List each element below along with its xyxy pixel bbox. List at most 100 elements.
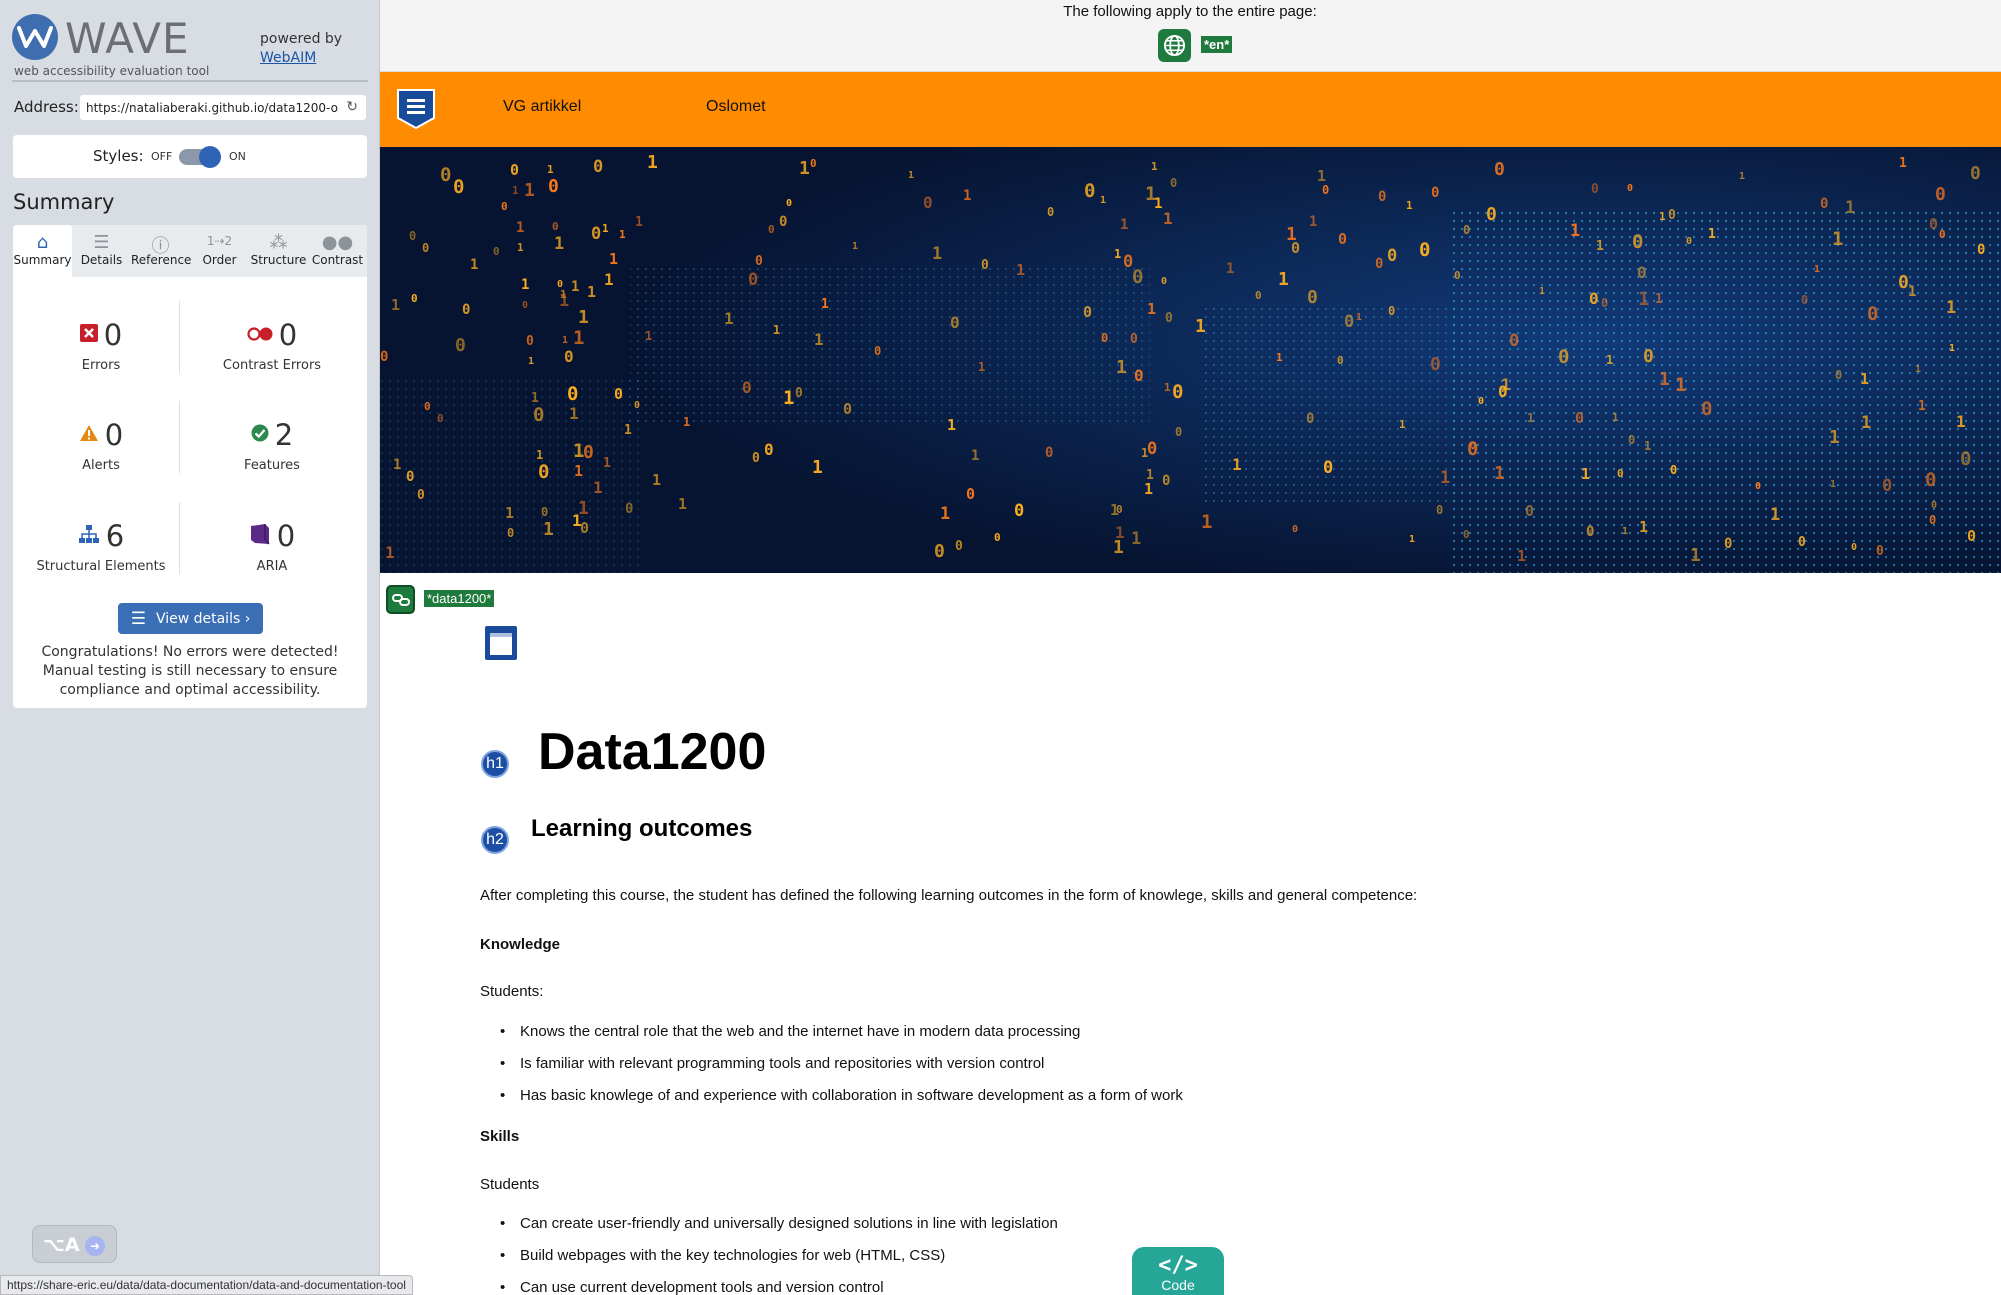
skills-students-label: Students: [480, 1176, 540, 1193]
h2-badge-icon[interactable]: h2: [481, 826, 509, 854]
stat-contrast-errors[interactable]: 0 Contrast Errors: [197, 318, 347, 373]
binary-digit-decoration: 0: [1165, 311, 1173, 326]
binary-digit-decoration: 0: [1798, 535, 1806, 550]
nav-link-oslomet[interactable]: Oslomet: [706, 98, 766, 116]
binary-digit-decoration: 1: [1494, 463, 1505, 484]
tab-reference[interactable]: ⓘ Reference: [131, 225, 192, 277]
binary-digit-decoration: 0: [1882, 476, 1892, 496]
structural-count: 6: [105, 519, 125, 553]
binary-digit-decoration: 1: [1539, 286, 1545, 297]
binary-digit-decoration: 1: [516, 220, 524, 236]
binary-digit-decoration: 0: [1601, 296, 1608, 310]
structure-elements-icon: [78, 524, 100, 548]
binary-digit-decoration: 0: [1255, 289, 1262, 302]
binary-digit-decoration: 0: [1419, 239, 1430, 261]
powered-by-text: powered by: [260, 31, 343, 47]
tab-label: Structure: [250, 253, 307, 267]
binary-digit-decoration: 1: [1356, 312, 1362, 323]
binary-digit-decoration: 0: [1375, 256, 1383, 272]
nav-link-vg-artikkel[interactable]: VG artikkel: [503, 98, 581, 116]
list-item: Is familiar with relevant programming to…: [500, 1054, 1183, 1086]
tab-order[interactable]: 1⇢2 Order: [190, 225, 249, 277]
code-button-label: Code: [1161, 1277, 1195, 1293]
binary-digit-decoration: 0: [1170, 176, 1177, 190]
styles-toggle[interactable]: [179, 146, 221, 168]
code-view-button[interactable]: </> Code: [1132, 1247, 1224, 1295]
binary-digit-decoration: 1: [536, 448, 543, 462]
tab-label: Reference: [131, 253, 192, 267]
binary-digit-decoration: 0: [1935, 184, 1946, 205]
binary-digit-decoration: 0: [1591, 182, 1599, 197]
toggle-knob: [199, 146, 221, 168]
binary-digit-decoration: 1: [852, 241, 858, 252]
binary-digit-decoration: 0: [742, 378, 752, 397]
binary-digit-decoration: 0: [1387, 246, 1397, 266]
knowledge-heading: Knowledge: [480, 936, 561, 953]
binary-digit-decoration: 0: [522, 300, 528, 311]
binary-digit-decoration: 0: [1130, 332, 1138, 347]
summary-panel: ⌂ Summary ☰ Details ⓘ Reference 1⇢2 Orde…: [13, 225, 367, 708]
link-text-badge: *data1200*: [424, 590, 495, 607]
stat-errors[interactable]: 0 Errors: [26, 318, 176, 373]
binary-digit-decoration: 0: [541, 505, 548, 519]
navigation-region-icon[interactable]: [396, 88, 436, 130]
binary-digit-decoration: 0: [1970, 163, 1981, 184]
binary-digit-decoration: 0: [1967, 527, 1976, 545]
binary-digit-decoration: 0: [1162, 473, 1170, 489]
wave-sidebar: WAVE web accessibility evaluation tool p…: [0, 0, 380, 1295]
binary-digit-decoration: 1: [1116, 357, 1127, 378]
link-feature-icon[interactable]: [386, 585, 415, 614]
tab-details[interactable]: ☰ Details: [72, 225, 131, 277]
alert-icon: [79, 424, 99, 446]
h1-badge-icon[interactable]: h1: [481, 750, 509, 778]
binary-digit-decoration: 1: [602, 222, 609, 235]
view-details-button[interactable]: ☰ View details ›: [118, 603, 263, 634]
binary-digit-decoration: 0: [1931, 500, 1937, 511]
binary-digit-decoration: 1: [1120, 217, 1128, 233]
hero-image: 1101100001101011110000011101110100101110…: [380, 147, 2001, 573]
binary-digit-decoration: 1: [1399, 418, 1406, 431]
binary-digit-decoration: 0: [748, 270, 758, 290]
tab-structure[interactable]: ⁂ Structure: [249, 225, 308, 277]
binary-digit-decoration: 1: [963, 188, 971, 204]
binary-digit-decoration: 0: [510, 161, 519, 179]
binary-digit-decoration: 1: [1527, 411, 1534, 425]
address-row: Address: ↻: [14, 95, 366, 120]
list-item: Build webpages with the key technologies…: [500, 1246, 1058, 1278]
address-input[interactable]: [80, 95, 366, 120]
evaluated-page: The following apply to the entire page: …: [380, 0, 2001, 1295]
binary-digit-decoration: 0: [1454, 269, 1461, 282]
binary-digit-decoration: 1: [1860, 370, 1869, 388]
binary-digit-decoration: 1: [1581, 465, 1590, 483]
binary-digit-decoration: 0: [538, 461, 549, 483]
binary-digit-decoration: 0: [843, 400, 852, 418]
features-count: 2: [274, 418, 294, 452]
stat-aria[interactable]: 0 ARIA: [197, 519, 347, 574]
binary-digit-decoration: 1: [1100, 195, 1106, 206]
view-details-label: View details ›: [155, 610, 251, 627]
webaim-link[interactable]: WebAIM: [260, 50, 316, 66]
tab-label: Details: [80, 253, 123, 267]
tab-contrast[interactable]: ●● Contrast: [308, 225, 367, 277]
feature-check-icon: [251, 424, 269, 446]
binary-digit-decoration: 1: [1145, 183, 1156, 205]
stat-alerts[interactable]: 0 Alerts: [26, 418, 176, 473]
binary-digit-decoration: 0: [1867, 303, 1878, 325]
reload-icon[interactable]: ↻: [346, 99, 358, 115]
stat-structural[interactable]: 6 Structural Elements: [26, 519, 176, 574]
binary-digit-decoration: 0: [1509, 331, 1519, 351]
accessibility-widget[interactable]: ⌥A ➜: [32, 1225, 117, 1263]
binary-digit-decoration: 1: [908, 170, 914, 181]
tab-summary[interactable]: ⌂ Summary: [13, 225, 72, 277]
binary-digit-decoration: 0: [1929, 513, 1936, 527]
binary-digit-decoration: 0: [1134, 366, 1144, 385]
binary-digit-decoration: 1: [1201, 511, 1212, 533]
language-globe-icon[interactable]: [1158, 29, 1191, 62]
code-icon: </>: [1158, 1253, 1198, 1278]
binary-digit-decoration: 0: [1307, 287, 1318, 308]
stat-features[interactable]: 2 Features: [197, 418, 347, 473]
binary-digit-decoration: 1: [393, 457, 401, 473]
section-region-icon[interactable]: [483, 624, 519, 662]
binary-digit-decoration: 1: [619, 228, 626, 241]
binary-digit-decoration: 0: [1632, 231, 1643, 253]
